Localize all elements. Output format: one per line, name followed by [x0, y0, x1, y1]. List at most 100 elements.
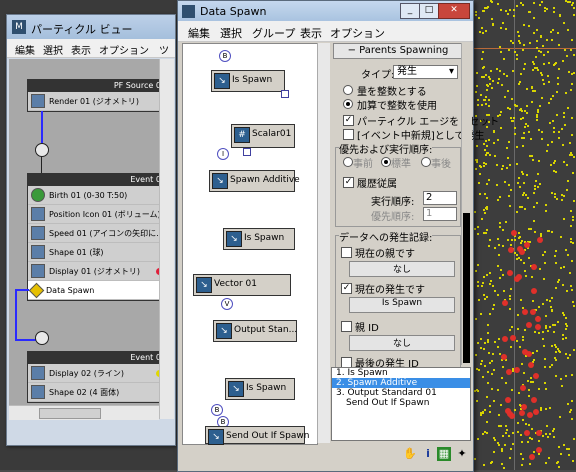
op-scalar01[interactable]: # Scalar01: [231, 124, 295, 148]
input-pin-b[interactable]: B: [219, 50, 231, 62]
close-button[interactable]: ✕: [438, 3, 470, 19]
shape-row[interactable]: Shape 01 (球): [28, 243, 170, 262]
particle: [513, 126, 516, 129]
parent-id-checkbox[interactable]: [341, 321, 352, 332]
particle: [567, 1, 570, 4]
menu-select[interactable]: 選択: [220, 25, 242, 41]
particle: [543, 357, 546, 360]
menu-select[interactable]: 選択: [43, 42, 63, 57]
integer-radio[interactable]: [343, 85, 353, 95]
list-item[interactable]: Send Out If Spawn: [332, 398, 470, 408]
op-is-spawn-1[interactable]: ↘ Is Spawn: [211, 70, 285, 92]
display02-row[interactable]: Display 02 (ライン): [28, 364, 170, 383]
red-particle: [501, 299, 508, 306]
connector-circle[interactable]: [35, 331, 49, 345]
speed-row[interactable]: Speed 01 (アイコンの矢印に...: [28, 224, 170, 243]
event02-node[interactable]: Event 02 Display 02 (ライン) Shape 02 (4 面体…: [27, 351, 171, 403]
operator-list[interactable]: 1. Is Spawn 2. Spawn Additive 3. Output …: [331, 367, 471, 441]
menu-view[interactable]: 表示: [71, 42, 91, 57]
particle: [521, 194, 524, 197]
op-output-standard[interactable]: ↘ Output Stan...: [213, 320, 297, 342]
event01-node[interactable]: Event 01 Birth 01 (0-30 T:50) Position I…: [27, 173, 171, 301]
current-spawn-checkbox[interactable]: ✓: [341, 283, 352, 294]
after-radio[interactable]: [421, 157, 431, 167]
menu-view[interactable]: 表示: [300, 25, 322, 41]
data-spawn-titlebar[interactable]: Data Spawn _ □ ✕: [178, 1, 473, 21]
op-send-out-if-spawn[interactable]: ↘ Send Out If Spawn: [205, 426, 309, 445]
list-item[interactable]: 1. Is Spawn: [332, 368, 470, 378]
shape02-row[interactable]: Shape 02 (4 面体): [28, 383, 170, 402]
menu-options[interactable]: オプション: [99, 42, 149, 57]
list-item[interactable]: 3. Output Standard 01: [332, 388, 470, 398]
particle: [522, 418, 525, 421]
horizontal-scrollbar[interactable]: [9, 405, 159, 420]
particle: [517, 421, 519, 424]
panel-scrollbar[interactable]: [461, 43, 472, 365]
minimize-button[interactable]: _: [400, 3, 420, 19]
op-spawn-additive[interactable]: ↘ Spawn Additive: [209, 170, 300, 192]
particle: [554, 262, 557, 265]
parents-spawning-rollup[interactable]: − Parents Spawning: [333, 43, 463, 59]
particle: [499, 404, 502, 407]
pf-source-node[interactable]: PF Source 01 Render 01 (ジオメトリ): [27, 79, 171, 112]
particle: [480, 285, 483, 288]
particle-view-titlebar[interactable]: M パーティクル ビュー: [7, 15, 175, 39]
menu-edit[interactable]: 編集: [188, 25, 210, 41]
connector-circle[interactable]: [35, 143, 49, 157]
input-pin-v[interactable]: V: [221, 298, 233, 310]
particle: [541, 73, 544, 76]
scroll-thumb[interactable]: [39, 408, 101, 419]
display-row[interactable]: Display 01 (ジオメトリ): [28, 262, 170, 281]
data-spawn-row[interactable]: Data Spawn: [28, 281, 170, 300]
particle: [499, 51, 502, 54]
menu-options[interactable]: オプション: [330, 25, 385, 41]
particle: [492, 436, 495, 439]
op-vector01[interactable]: ↘ Vector 01: [193, 274, 291, 296]
output-pin[interactable]: [281, 90, 289, 98]
op-is-spawn-3[interactable]: ↘ Is Spawn: [225, 378, 295, 400]
vertical-scrollbar[interactable]: [159, 59, 174, 419]
parent-id-button[interactable]: なし: [349, 335, 455, 351]
particle: [480, 347, 483, 350]
canvas-vertical-scrollbar[interactable]: [317, 43, 330, 443]
output-pin[interactable]: [243, 148, 251, 156]
current-spawn-button[interactable]: Is Spawn: [349, 297, 455, 313]
info-icon[interactable]: i: [421, 447, 435, 461]
menu-tools[interactable]: ツ: [159, 42, 169, 57]
list-item-selected[interactable]: 2. Spawn Additive: [332, 378, 470, 388]
event-new-checkbox[interactable]: [343, 129, 354, 140]
current-parent-checkbox[interactable]: [341, 247, 352, 258]
particle: [532, 16, 535, 19]
input-pin-i[interactable]: I: [217, 148, 229, 160]
standard-radio[interactable]: [381, 157, 391, 167]
birth-row[interactable]: Birth 01 (0-30 T:50): [28, 186, 170, 205]
history-checkbox[interactable]: ✓: [343, 177, 354, 188]
menu-edit[interactable]: 編集: [15, 42, 35, 57]
hand-pan-icon[interactable]: ✋: [403, 447, 417, 461]
data-operator-canvas[interactable]: B ↘ Is Spawn # Scalar01 I ↘ Spawn Additive …: [182, 43, 318, 445]
render-row[interactable]: Render 01 (ジオメトリ): [28, 92, 170, 111]
before-radio[interactable]: [343, 157, 353, 167]
particle: [512, 8, 515, 11]
op-is-spawn-2[interactable]: ↘ Is Spawn: [223, 228, 295, 250]
particle-view-canvas[interactable]: PF Source 01 Render 01 (ジオメトリ) 3 Event 0…: [9, 59, 171, 405]
particle: [515, 105, 518, 108]
particle: [516, 327, 519, 330]
particle: [487, 179, 490, 182]
priority-order-spinner[interactable]: 1: [423, 207, 457, 221]
panel-scroll-thumb[interactable]: [463, 213, 470, 363]
particle: [554, 192, 557, 195]
type-dropdown[interactable]: 発生 ▾: [393, 65, 458, 79]
add-integer-radio[interactable]: [343, 99, 353, 109]
current-parent-button[interactable]: なし: [349, 261, 455, 277]
input-pin-b2[interactable]: B: [211, 404, 223, 416]
reset-age-checkbox[interactable]: ✓: [343, 115, 354, 126]
position-icon-row[interactable]: Position Icon 01 (ボリューム): [28, 205, 170, 224]
particle: [493, 369, 496, 372]
particle: [529, 377, 532, 380]
compass-icon[interactable]: ✦: [455, 447, 469, 461]
zoom-extents-icon[interactable]: ▦: [437, 447, 451, 461]
menu-group[interactable]: グループ: [252, 25, 295, 41]
maximize-button[interactable]: □: [419, 3, 439, 19]
exec-order-spinner[interactable]: 2: [423, 191, 457, 205]
